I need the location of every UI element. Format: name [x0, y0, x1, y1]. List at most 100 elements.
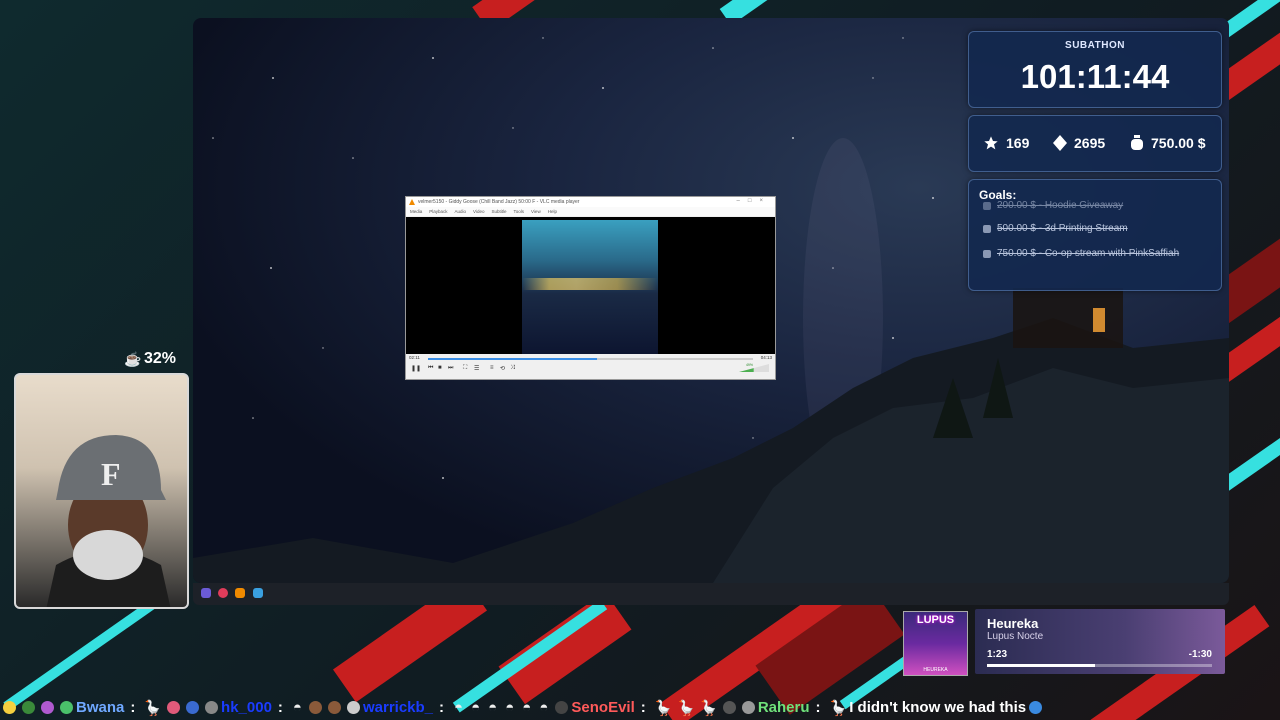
vlc-controls: 02:11 04:13 ❚❚ ⏮ ■ ⏭ ⛶ ☰ ≡ ⟲ ⤨ 49%: [406, 354, 775, 379]
track-title: Heureka: [987, 616, 1039, 631]
playlist-icon[interactable]: ≡: [490, 365, 494, 371]
stat-stars: 169: [983, 135, 1029, 151]
menu-audio[interactable]: Audio: [455, 209, 467, 214]
cap-emote-icon: ◓: [488, 699, 498, 716]
vlc-menubar: Media Playback Audio Video Subtitle Tool…: [406, 207, 775, 216]
chat-username: Bwana: [76, 699, 125, 716]
stop-icon[interactable]: ■: [438, 365, 442, 371]
goal-text: 200.00 $ - Hoodie Giveaway: [997, 200, 1124, 211]
previous-icon[interactable]: ⏮: [428, 365, 433, 372]
goal-bag-icon: [983, 225, 991, 233]
vlc-title-text: velmer5150 - Giddy Goose (Chill Band Jaz…: [418, 199, 580, 205]
stat-money: 750.00 $: [1130, 135, 1206, 151]
subathon-timer: 101:11:44: [1020, 58, 1170, 95]
goal-text: 750.00 $ - Co-op stream with PinkSaffiah: [997, 248, 1180, 259]
chat-separator: :: [439, 699, 445, 716]
track-artist: Lupus Nocte: [987, 631, 1044, 642]
app-icon[interactable]: [253, 588, 263, 598]
diamonds-count: 2695: [1074, 135, 1106, 151]
vlc-current-time: 02:11: [409, 355, 420, 360]
chat-ticker: Bwana : 🪿 hk_000 : ◓ warrickb_ : ◓ ◓ ◓ ◓…: [0, 695, 1280, 720]
streamer: F: [46, 435, 171, 607]
diamond-icon: [1053, 135, 1067, 151]
video-frame: [522, 220, 658, 354]
volume-slider[interactable]: [739, 364, 769, 372]
star-icon: [984, 136, 998, 150]
chat-username: Raheru: [757, 699, 810, 716]
money-bag-icon: [1131, 135, 1143, 150]
menu-subtitle[interactable]: Subtitle: [491, 209, 506, 214]
stat-diamonds: 2695: [1053, 135, 1105, 151]
vlc-cone-icon: [409, 199, 415, 205]
album-art-title: LUPUS: [916, 614, 955, 626]
extended-settings-icon[interactable]: ☰: [474, 365, 479, 372]
app-icon[interactable]: [218, 588, 228, 598]
fullscreen-icon[interactable]: ⛶: [463, 365, 467, 372]
emote-icon: [3, 701, 16, 714]
goal-bag-icon: [983, 202, 991, 210]
cap-emote-icon: ◓: [539, 699, 549, 716]
cup-icon: ☕: [124, 351, 142, 367]
badge-icon: [346, 701, 360, 714]
track-elapsed: 1:23: [987, 649, 1008, 660]
vlc-taskbar-icon[interactable]: [235, 588, 245, 598]
verified-badge-icon: [60, 701, 73, 714]
goal-item: 750.00 $ - Co-op stream with PinkSaffiah: [983, 246, 1193, 262]
pause-icon[interactable]: ❚❚: [411, 365, 421, 372]
shuffle-icon[interactable]: ⤨: [510, 365, 515, 372]
menu-video[interactable]: Video: [473, 209, 484, 214]
cap-emote-icon: ◓: [471, 699, 481, 716]
badge-icon: [167, 701, 181, 714]
chat-message: I didn't know we had this: [849, 699, 1027, 716]
cap-emote-icon: ◓: [505, 699, 515, 716]
webcam-feed: F: [14, 373, 189, 609]
track-info: Heureka Lupus Nocte 1:23 -1:30: [975, 609, 1225, 674]
subathon-panel: SUBATHON 101:11:44: [968, 31, 1222, 108]
badge-icon: [722, 701, 736, 714]
loop-icon[interactable]: ⟲: [500, 365, 505, 372]
badge-icon: [741, 701, 755, 714]
menu-help[interactable]: Help: [548, 209, 557, 214]
menu-view[interactable]: View: [531, 209, 541, 214]
city-lights: [522, 278, 658, 290]
goose-emote-icon: 🪿: [653, 699, 673, 717]
window-controls[interactable]: –□×: [737, 198, 771, 204]
menu-playback[interactable]: Playback: [429, 209, 447, 214]
badge-icon: [555, 701, 569, 714]
track-remaining: -1:30: [1188, 649, 1212, 660]
vlc-total-time: 04:13: [760, 355, 772, 360]
vlc-titlebar[interactable]: velmer5150 - Giddy Goose (Chill Band Jaz…: [406, 197, 775, 207]
vlc-video-area[interactable]: [406, 217, 775, 354]
track-progress-bar: [987, 664, 1212, 667]
subathon-title: SUBATHON: [1065, 40, 1125, 51]
chat-username: hk_000: [221, 699, 272, 716]
next-icon[interactable]: ⏭: [448, 365, 453, 372]
vlc-seek-bar[interactable]: [428, 358, 753, 360]
menu-tools[interactable]: Tools: [514, 209, 525, 214]
emote-icon: [1029, 701, 1043, 714]
goal-item: 500.00 $ - 3d Printing Stream: [983, 221, 1193, 237]
track-progress-fill: [987, 664, 1095, 667]
taskbar: [193, 583, 1229, 605]
cap-emote-icon: ◓: [522, 699, 532, 716]
vlc-seek-fill: [428, 358, 597, 360]
goals-panel: Goals: 200.00 $ - Hoodie Giveaway 500.00…: [968, 179, 1222, 291]
chat-separator: :: [130, 699, 136, 716]
chat-separator: :: [640, 699, 646, 716]
chat-username: warrickb_: [362, 699, 434, 716]
volume-level: 49%: [745, 363, 753, 367]
badge-icon: [22, 701, 35, 714]
drink-percent: 32%: [144, 350, 177, 367]
avatar-emote-icon: [308, 701, 322, 714]
money-amount: 750.00 $: [1151, 135, 1206, 151]
chat-username: SenoEvil: [571, 699, 635, 716]
app-icon[interactable]: [201, 588, 211, 598]
vlc-window[interactable]: velmer5150 - Giddy Goose (Chill Band Jaz…: [405, 196, 776, 380]
goose-emote-icon: 🪿: [676, 699, 696, 717]
badge-icon: [205, 701, 219, 714]
chat-separator: :: [277, 699, 283, 716]
menu-media[interactable]: Media: [410, 209, 422, 214]
goal-text: 500.00 $ - 3d Printing Stream: [997, 223, 1128, 234]
goose-emote-icon: 🪿: [828, 699, 848, 717]
stats-panel: 169 2695 750.00 $: [968, 115, 1222, 172]
